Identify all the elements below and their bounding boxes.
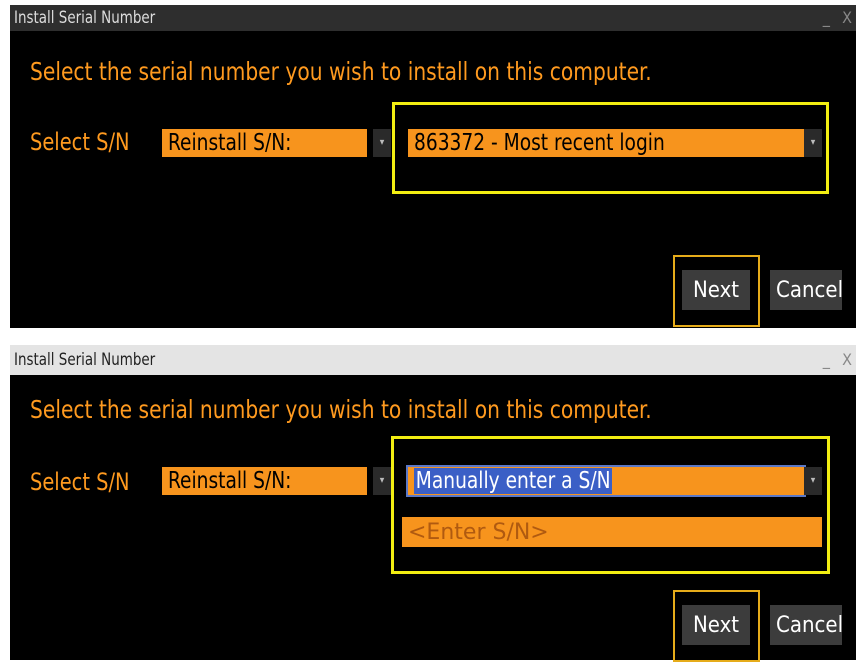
install-serial-dialog: Install Serial Number _ X Select the ser… (10, 345, 856, 662)
chevron-down-icon[interactable]: ▾ (804, 129, 822, 157)
title-bar: Install Serial Number _ X (10, 5, 856, 31)
serial-number-value: 863372 - Most recent login (414, 130, 665, 156)
select-sn-label: Select S/N (30, 128, 130, 156)
serial-number-value: Manually enter a S/N (414, 468, 613, 494)
select-sn-label: Select S/N (30, 468, 130, 496)
close-button[interactable]: X (842, 345, 852, 375)
instruction-text: Select the serial number you wish to ins… (30, 57, 652, 86)
cancel-button[interactable]: Cancel (770, 605, 843, 645)
next-button[interactable]: Next (682, 270, 750, 310)
install-serial-dialog: Install Serial Number _ X Select the ser… (10, 5, 856, 328)
chevron-down-icon[interactable]: ▾ (373, 129, 391, 157)
serial-number-dropdown[interactable]: 863372 - Most recent login (408, 129, 804, 157)
reinstall-sn-value: Reinstall S/N: (168, 468, 292, 494)
reinstall-sn-dropdown[interactable]: Reinstall S/N: (162, 467, 367, 495)
minimize-button[interactable]: _ (823, 5, 830, 31)
close-button[interactable]: X (842, 5, 852, 31)
serial-number-input[interactable] (402, 517, 822, 547)
instruction-text: Select the serial number you wish to ins… (30, 395, 652, 424)
reinstall-sn-dropdown[interactable]: Reinstall S/N: (162, 129, 367, 157)
chevron-down-icon[interactable]: ▾ (804, 467, 822, 495)
window-title: Install Serial Number (14, 8, 156, 28)
reinstall-sn-value: Reinstall S/N: (168, 130, 292, 156)
chevron-down-icon[interactable]: ▾ (373, 467, 391, 495)
title-bar: Install Serial Number _ X (10, 345, 856, 375)
minimize-button[interactable]: _ (823, 345, 830, 375)
next-button[interactable]: Next (682, 605, 750, 645)
highlight-box (391, 436, 830, 574)
serial-number-dropdown[interactable]: Manually enter a S/N (406, 465, 806, 497)
window-title: Install Serial Number (14, 350, 156, 370)
cancel-button[interactable]: Cancel (770, 270, 843, 310)
